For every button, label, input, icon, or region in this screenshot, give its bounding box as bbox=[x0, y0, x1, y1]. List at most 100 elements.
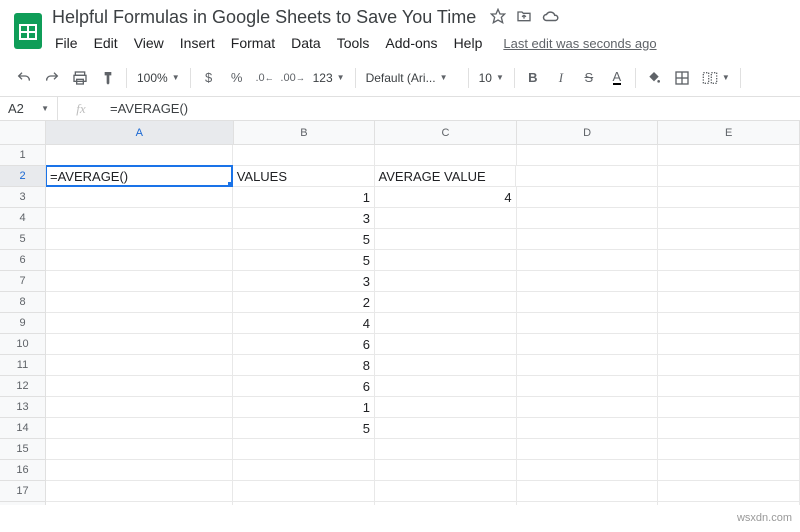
format-currency-button[interactable]: $ bbox=[195, 64, 223, 92]
cell-D15[interactable] bbox=[517, 439, 659, 460]
cell-C15[interactable] bbox=[375, 439, 517, 460]
cell-E2[interactable] bbox=[658, 166, 800, 187]
cell-C13[interactable] bbox=[375, 397, 517, 418]
cell-D13[interactable] bbox=[517, 397, 659, 418]
cell-D18[interactable] bbox=[517, 502, 659, 505]
cell-A11[interactable] bbox=[46, 355, 233, 376]
formula-bar[interactable]: =AVERAGE() bbox=[104, 101, 800, 116]
cell-A4[interactable] bbox=[46, 208, 233, 229]
cell-B17[interactable] bbox=[233, 481, 375, 502]
bold-button[interactable]: B bbox=[519, 64, 547, 92]
cell-B7[interactable]: 3 bbox=[233, 271, 375, 292]
cell-D12[interactable] bbox=[517, 376, 659, 397]
row-header-4[interactable]: 4 bbox=[0, 208, 45, 229]
menu-format[interactable]: Format bbox=[224, 31, 282, 55]
cell-B2[interactable]: VALUES bbox=[233, 166, 375, 187]
cell-B9[interactable]: 4 bbox=[233, 313, 375, 334]
star-icon[interactable] bbox=[490, 8, 506, 27]
cell-E6[interactable] bbox=[658, 250, 800, 271]
column-header-E[interactable]: E bbox=[658, 121, 800, 144]
cell-D7[interactable] bbox=[517, 271, 659, 292]
cell-A13[interactable] bbox=[46, 397, 233, 418]
cell-B12[interactable]: 6 bbox=[233, 376, 375, 397]
row-header-17[interactable]: 17 bbox=[0, 481, 45, 502]
cloud-status-icon[interactable] bbox=[542, 8, 560, 27]
cell-E4[interactable] bbox=[658, 208, 800, 229]
cell-C2[interactable]: AVERAGE VALUE bbox=[375, 166, 517, 187]
cell-C3[interactable]: 4 bbox=[375, 187, 517, 208]
cell-B13[interactable]: 1 bbox=[233, 397, 375, 418]
cell-A3[interactable] bbox=[46, 187, 233, 208]
cell-E16[interactable] bbox=[658, 460, 800, 481]
column-header-A[interactable]: A bbox=[46, 121, 234, 144]
number-format-select[interactable]: 123▼ bbox=[307, 64, 351, 92]
cell-D10[interactable] bbox=[517, 334, 659, 355]
cell-A6[interactable] bbox=[46, 250, 233, 271]
cell-A7[interactable] bbox=[46, 271, 233, 292]
cell-E12[interactable] bbox=[658, 376, 800, 397]
cell-B4[interactable]: 3 bbox=[233, 208, 375, 229]
borders-button[interactable] bbox=[668, 64, 696, 92]
cell-C18[interactable] bbox=[375, 502, 517, 505]
document-title[interactable]: Helpful Formulas in Google Sheets to Sav… bbox=[48, 6, 480, 29]
row-header-16[interactable]: 16 bbox=[0, 460, 45, 481]
fill-color-button[interactable] bbox=[640, 64, 668, 92]
cell-C16[interactable] bbox=[375, 460, 517, 481]
cell-A16[interactable] bbox=[46, 460, 233, 481]
row-header-9[interactable]: 9 bbox=[0, 313, 45, 334]
paint-format-button[interactable] bbox=[94, 64, 122, 92]
italic-button[interactable]: I bbox=[547, 64, 575, 92]
increase-decimal-button[interactable]: .00→ bbox=[279, 64, 307, 92]
cell-C5[interactable] bbox=[375, 229, 517, 250]
column-header-D[interactable]: D bbox=[517, 121, 659, 144]
cell-B10[interactable]: 6 bbox=[233, 334, 375, 355]
cell-E5[interactable] bbox=[658, 229, 800, 250]
cell-A14[interactable] bbox=[46, 418, 233, 439]
cell-D1[interactable] bbox=[517, 145, 659, 166]
cell-E11[interactable] bbox=[658, 355, 800, 376]
cell-C9[interactable] bbox=[375, 313, 517, 334]
cell-C1[interactable] bbox=[375, 145, 517, 166]
cell-B18[interactable] bbox=[233, 502, 375, 505]
undo-button[interactable] bbox=[10, 64, 38, 92]
cell-E18[interactable] bbox=[658, 502, 800, 505]
cell-A5[interactable] bbox=[46, 229, 233, 250]
row-header-13[interactable]: 13 bbox=[0, 397, 45, 418]
row-header-1[interactable]: 1 bbox=[0, 145, 45, 166]
row-header-2[interactable]: 2 bbox=[0, 166, 45, 187]
column-header-B[interactable]: B bbox=[234, 121, 376, 144]
text-color-button[interactable]: A bbox=[603, 64, 631, 92]
menu-edit[interactable]: Edit bbox=[87, 31, 125, 55]
cell-B14[interactable]: 5 bbox=[233, 418, 375, 439]
row-header-18[interactable]: 18 bbox=[0, 502, 45, 505]
cell-D6[interactable] bbox=[517, 250, 659, 271]
cell-A18[interactable] bbox=[46, 502, 233, 505]
cell-C11[interactable] bbox=[375, 355, 517, 376]
cell-E7[interactable] bbox=[658, 271, 800, 292]
cell-D16[interactable] bbox=[517, 460, 659, 481]
cell-B6[interactable]: 5 bbox=[233, 250, 375, 271]
cell-A17[interactable] bbox=[46, 481, 233, 502]
cell-A2[interactable]: =AVERAGE() bbox=[46, 165, 233, 187]
cell-D5[interactable] bbox=[517, 229, 659, 250]
cell-C12[interactable] bbox=[375, 376, 517, 397]
row-header-10[interactable]: 10 bbox=[0, 334, 45, 355]
row-header-8[interactable]: 8 bbox=[0, 292, 45, 313]
last-edit-link[interactable]: Last edit was seconds ago bbox=[503, 36, 656, 51]
cell-E15[interactable] bbox=[658, 439, 800, 460]
row-header-6[interactable]: 6 bbox=[0, 250, 45, 271]
cell-C10[interactable] bbox=[375, 334, 517, 355]
row-header-11[interactable]: 11 bbox=[0, 355, 45, 376]
print-button[interactable] bbox=[66, 64, 94, 92]
cell-A1[interactable] bbox=[46, 145, 233, 166]
cell-B16[interactable] bbox=[233, 460, 375, 481]
cell-D4[interactable] bbox=[517, 208, 659, 229]
row-header-5[interactable]: 5 bbox=[0, 229, 45, 250]
cell-B15[interactable] bbox=[233, 439, 375, 460]
row-header-14[interactable]: 14 bbox=[0, 418, 45, 439]
cell-D9[interactable] bbox=[517, 313, 659, 334]
font-size-select[interactable]: 10▼ bbox=[473, 64, 510, 92]
name-box[interactable]: A2▼ bbox=[0, 97, 58, 120]
cell-B3[interactable]: 1 bbox=[233, 187, 375, 208]
cell-A9[interactable] bbox=[46, 313, 233, 334]
